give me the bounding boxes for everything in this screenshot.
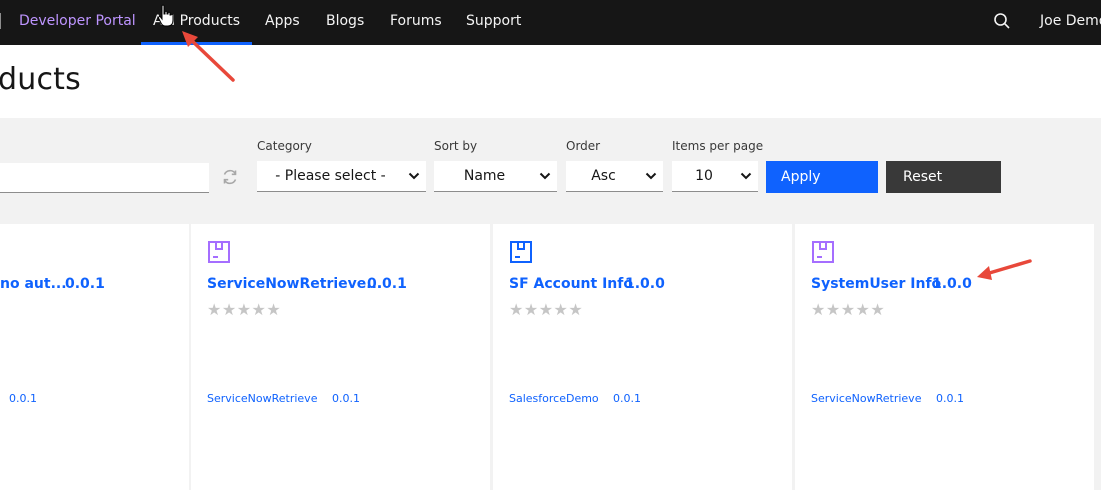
category-value: - Please select - — [275, 168, 386, 184]
nav-item-apps[interactable]: Apps — [265, 0, 300, 45]
items-per-page-label: Items per page — [672, 139, 764, 153]
nav-item-api-products[interactable]: API Products — [140, 0, 253, 45]
apply-button[interactable]: Apply — [766, 161, 878, 193]
product-card[interactable]: SystemUser Info 1.0.0 ★★★★★ ServiceNowRe… — [795, 224, 1094, 490]
api-version: 0.0.1 — [9, 392, 37, 405]
api-link[interactable]: SalesforceDemo — [509, 392, 599, 405]
api-version: 0.0.1 — [613, 392, 641, 405]
category-select[interactable]: - Please select - — [257, 161, 426, 192]
order-value: Asc — [591, 168, 616, 184]
product-card[interactable]: no aut... 0.0.1 0.0.1 — [0, 224, 189, 490]
api-version: 0.0.1 — [332, 392, 360, 405]
product-icon — [812, 241, 834, 263]
page-title: ducts — [0, 62, 81, 97]
rating-stars[interactable]: ★★★★★ — [811, 300, 885, 319]
product-version: 1.0.0 — [625, 276, 665, 292]
nav-separator — [0, 13, 1, 29]
sort-by-label: Sort by — [434, 139, 478, 153]
filter-bar: Category - Please select - Sort by Name … — [0, 118, 1101, 224]
product-title[interactable]: no aut... — [0, 276, 67, 292]
product-version: 0.0.1 — [367, 276, 407, 292]
category-label: Category — [257, 139, 312, 153]
chevron-down-icon — [539, 172, 551, 180]
product-icon — [510, 241, 532, 263]
brand-link[interactable]: Developer Portal — [19, 0, 136, 45]
items-per-page-select[interactable]: 10 — [672, 161, 758, 192]
product-title[interactable]: ServiceNowRetrieve... — [207, 276, 382, 292]
chevron-down-icon — [645, 172, 657, 180]
top-nav: Developer Portal API Products Apps Blogs… — [0, 0, 1101, 45]
api-version: 0.0.1 — [936, 392, 964, 405]
order-select[interactable]: Asc — [566, 161, 663, 192]
product-version: 0.0.1 — [65, 276, 105, 292]
order-label: Order — [566, 139, 601, 153]
product-version: 1.0.0 — [932, 276, 972, 292]
product-card[interactable]: SF Account Info 1.0.0 ★★★★★ SalesforceDe… — [493, 224, 792, 490]
sort-by-select[interactable]: Name — [434, 161, 557, 192]
api-link[interactable]: ServiceNowRetrieve — [207, 392, 317, 405]
rating-stars[interactable]: ★★★★★ — [207, 300, 281, 319]
product-icon — [208, 241, 230, 263]
search-icon[interactable] — [993, 12, 1011, 30]
chevron-down-icon — [408, 172, 420, 180]
product-title[interactable]: SystemUser Info — [811, 276, 941, 292]
product-title[interactable]: SF Account Info — [509, 276, 633, 292]
search-input[interactable] — [0, 163, 209, 193]
api-link[interactable]: ServiceNowRetrieve — [811, 392, 921, 405]
reset-button[interactable]: Reset — [886, 161, 1001, 193]
chevron-down-icon — [740, 172, 752, 180]
product-card[interactable]: ServiceNowRetrieve... 0.0.1 ★★★★★ Servic… — [191, 224, 490, 490]
items-per-page-value: 10 — [695, 168, 713, 184]
nav-item-forums[interactable]: Forums — [390, 0, 442, 45]
nav-item-support[interactable]: Support — [466, 0, 521, 45]
user-menu[interactable]: Joe Demo — [1040, 0, 1101, 45]
rating-stars[interactable]: ★★★★★ — [509, 300, 583, 319]
sort-by-value: Name — [463, 168, 506, 184]
nav-item-blogs[interactable]: Blogs — [326, 0, 364, 45]
refresh-icon[interactable] — [220, 167, 240, 187]
